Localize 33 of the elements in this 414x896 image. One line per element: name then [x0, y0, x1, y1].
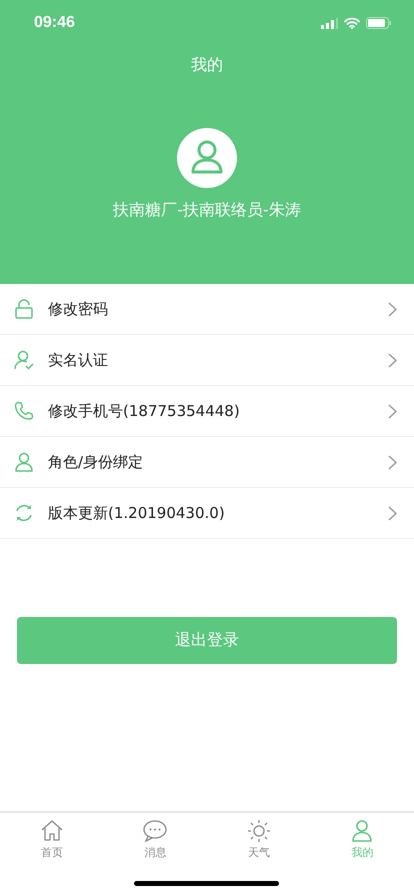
- menu-item-label: 修改手机号(18775354448): [48, 402, 241, 420]
- tab-label: 天气: [248, 845, 270, 860]
- avatar-icon: [177, 128, 237, 188]
- menu-item[interactable]: 版本更新(1.20190430.0): [0, 488, 414, 539]
- menu-item[interactable]: 修改手机号(18775354448): [0, 386, 414, 437]
- menu-item-label: 实名认证: [48, 350, 109, 370]
- tab-label: 消息: [144, 845, 166, 860]
- wifi-icon: [344, 17, 360, 29]
- user-name: 扶南糖厂-扶南联络员-朱涛: [113, 200, 301, 221]
- status-time: 09:46: [34, 14, 75, 32]
- sun-icon: [246, 819, 272, 843]
- chevron-right-icon: [388, 302, 397, 316]
- chevron-right-icon: [388, 352, 397, 368]
- page-title: 我的: [191, 55, 223, 76]
- phone-icon: [14, 401, 34, 421]
- chevron-right-icon: [388, 404, 397, 418]
- menu-item[interactable]: 修改密码: [0, 284, 414, 335]
- refresh-icon: [14, 503, 34, 523]
- lock-icon: [14, 299, 34, 319]
- tab-label: 我的: [351, 845, 374, 860]
- chevron-right-icon: [388, 454, 397, 470]
- signal-icon: [321, 18, 338, 28]
- battery-icon: [366, 17, 392, 29]
- menu-item-label: 角色/身份绑定: [48, 452, 144, 472]
- menu-item-label: 修改密码: [48, 300, 109, 318]
- user-icon: [14, 452, 34, 472]
- chat-icon: [142, 819, 168, 843]
- tab-label: 首页: [40, 845, 63, 860]
- menu-item-label: 版本更新(1.20190430.0): [48, 504, 226, 522]
- menu-item[interactable]: 实名认证: [0, 335, 414, 386]
- user-check-icon: [14, 350, 34, 370]
- menu-item[interactable]: 角色/身份绑定: [0, 437, 414, 488]
- chevron-right-icon: [388, 506, 397, 520]
